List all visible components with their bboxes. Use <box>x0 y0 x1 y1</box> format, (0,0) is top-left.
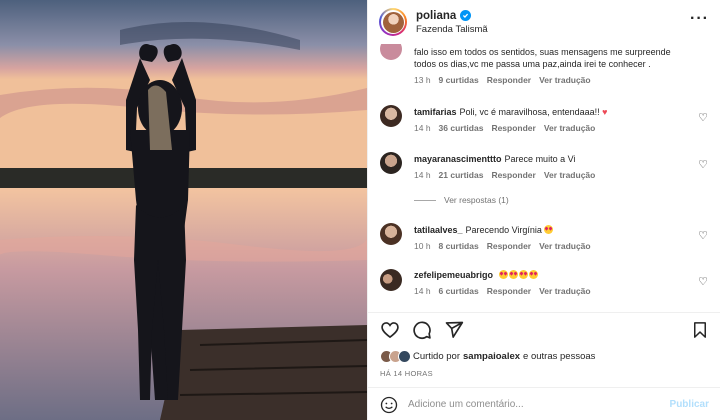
like-comment-heart-icon[interactable]: ♡ <box>698 229 708 242</box>
comment-input[interactable] <box>408 399 670 410</box>
translate-link[interactable]: Ver tradução <box>544 169 596 181</box>
reply-button[interactable]: Responder <box>487 240 531 252</box>
comment-bubble-icon[interactable] <box>412 320 432 340</box>
comments-list: falo isso em todos os sentidos, suas men… <box>368 44 720 312</box>
comment-username[interactable]: zefelipemeuabrigo <box>414 270 493 280</box>
comment-time[interactable]: 14 h <box>414 122 431 134</box>
comment-likes[interactable]: 21 curtidas <box>439 169 484 181</box>
post-header: poliana Fazenda Talismã ··· <box>368 0 720 44</box>
comment-likes[interactable]: 8 curtidas <box>439 240 479 252</box>
comment-text: Parece muito a Vi <box>504 154 576 164</box>
commenter-avatar[interactable] <box>380 223 402 245</box>
comment-time[interactable]: 14 h <box>414 285 431 297</box>
heart-eyes-emoji-icon <box>528 270 538 279</box>
liked-by-prefix: Curtido por <box>413 351 460 362</box>
bookmark-icon[interactable] <box>691 320 709 340</box>
view-replies-link[interactable]: Ver respostas (1) <box>414 195 509 205</box>
comment-time[interactable]: 14 h <box>414 169 431 181</box>
translate-link[interactable]: Ver tradução <box>539 74 591 86</box>
comment-time[interactable]: 13 h <box>414 74 431 86</box>
like-comment-heart-icon[interactable]: ♡ <box>698 275 708 288</box>
like-heart-icon[interactable] <box>380 320 400 340</box>
translate-link[interactable]: Ver tradução <box>539 240 591 252</box>
commenter-avatar[interactable] <box>380 269 402 291</box>
comment-likes[interactable]: 6 curtidas <box>439 285 479 297</box>
liked-by-username[interactable]: sampaioalex <box>463 351 520 362</box>
emoji-smiley-icon[interactable] <box>380 396 398 414</box>
post-side-panel: poliana Fazenda Talismã ··· falo isso em… <box>367 0 720 420</box>
comment-time[interactable]: 10 h <box>414 240 431 252</box>
heart-eyes-emoji-icon <box>508 270 518 279</box>
reply-button[interactable]: Responder <box>491 122 535 134</box>
liked-by-avatars[interactable] <box>380 350 411 363</box>
author-username[interactable]: poliana <box>416 10 456 22</box>
add-comment-bar: Publicar <box>368 387 720 420</box>
view-replies-label: Ver respostas (1) <box>444 195 509 205</box>
heart-eyes-emoji-icon <box>544 225 554 234</box>
more-horizontal-icon[interactable]: ··· <box>690 11 709 27</box>
comment-username[interactable]: mayaranascimenttto <box>414 154 502 164</box>
post-actions: Curtido por sampaioalex e outras pessoas… <box>368 312 720 420</box>
comment-likes[interactable]: 36 curtidas <box>439 122 484 134</box>
post-photo[interactable] <box>0 0 367 420</box>
reply-button[interactable]: Responder <box>491 169 535 181</box>
translate-link[interactable]: Ver tradução <box>539 285 591 297</box>
like-comment-heart-icon[interactable]: ♡ <box>698 158 708 171</box>
heart-eyes-emoji-icon <box>518 270 528 279</box>
verified-icon <box>460 10 472 21</box>
comment-username[interactable]: tamifarias <box>414 107 457 117</box>
liked-by-suffix[interactable]: e outras pessoas <box>523 351 595 362</box>
comment-text: falo isso em todos os sentidos, suas men… <box>414 47 671 69</box>
post-time-ago[interactable]: HÁ 14 HORAS <box>380 369 433 378</box>
translate-link[interactable]: Ver tradução <box>544 122 596 134</box>
like-comment-heart-icon[interactable]: ♡ <box>698 111 708 124</box>
reply-button[interactable]: Responder <box>487 74 531 86</box>
comment-likes[interactable]: 9 curtidas <box>439 74 479 86</box>
author-avatar[interactable] <box>379 8 407 36</box>
commenter-avatar[interactable] <box>380 44 402 60</box>
post-location[interactable]: Fazenda Talismã <box>416 24 488 35</box>
sunset-photo <box>0 0 367 420</box>
red-heart-emoji-icon: ♥ <box>602 107 608 117</box>
commenter-avatar[interactable] <box>380 105 402 127</box>
comment-text: Poli, vc é maravilhosa, entendaaa!! <box>459 107 600 117</box>
comment-text: Parecendo Virgínia <box>465 225 542 235</box>
heart-eyes-emoji-icon <box>498 270 508 279</box>
reply-button[interactable]: Responder <box>487 285 531 297</box>
liked-by-line: Curtido por sampaioalex e outras pessoas <box>380 350 595 363</box>
comment-username[interactable]: tatilaalves_ <box>414 225 463 235</box>
share-send-icon[interactable] <box>444 320 464 340</box>
publish-button[interactable]: Publicar <box>670 399 709 410</box>
commenter-avatar[interactable] <box>380 152 402 174</box>
